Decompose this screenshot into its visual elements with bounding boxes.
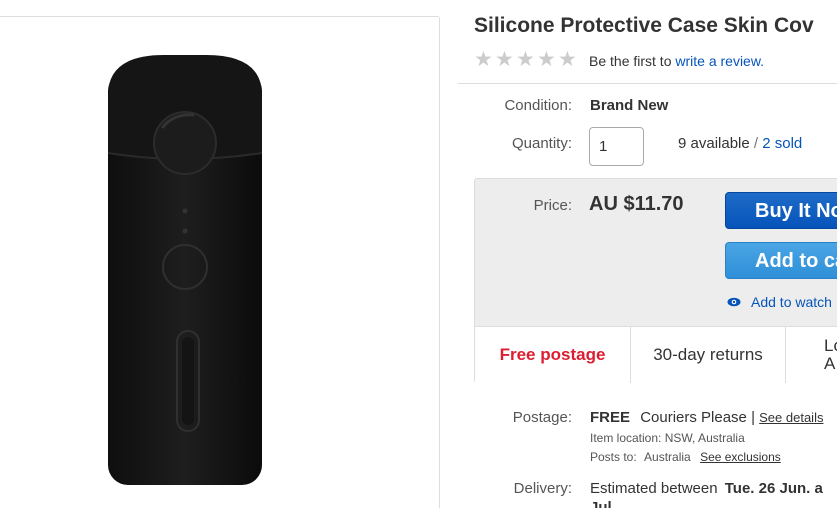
price-value: AU $11.70 bbox=[589, 193, 684, 215]
item-location: Item location: NSW, Australia bbox=[590, 431, 745, 445]
add-to-watchlist-label: Add to watch bbox=[751, 294, 832, 310]
star-icon: ★ bbox=[516, 48, 535, 71]
see-details-link[interactable]: See details bbox=[759, 410, 823, 425]
product-title: Silicone Protective Case Skin Cov bbox=[474, 14, 814, 37]
delivery-prefix: Estimated between bbox=[590, 480, 718, 497]
condition-value: Brand New bbox=[590, 97, 669, 114]
write-review-link[interactable]: write a review. bbox=[675, 53, 764, 69]
posts-to-value: Australia bbox=[644, 450, 691, 464]
sold-link[interactable]: 2 sold bbox=[762, 135, 802, 152]
product-image-panel[interactable] bbox=[0, 16, 440, 508]
postage-service: Couriers Please | bbox=[640, 409, 755, 426]
add-to-cart-button[interactable]: Add to ca bbox=[725, 242, 837, 279]
availability-separator: / bbox=[753, 135, 759, 152]
delivery-value: Estimated between Tue. 26 Jun. a bbox=[590, 480, 823, 497]
see-exclusions-link[interactable]: See exclusions bbox=[700, 450, 781, 464]
item-location-label: Item location: bbox=[590, 431, 662, 445]
item-location-value: NSW, Australia bbox=[664, 431, 745, 445]
star-icon: ★ bbox=[558, 48, 577, 71]
postage-free: FREE bbox=[590, 409, 631, 426]
delivery-dates: Tue. 26 Jun. a bbox=[724, 480, 823, 497]
availability: 9 available / 2 sold bbox=[678, 135, 802, 152]
postage-value: FREE Couriers Please | See details bbox=[590, 409, 823, 426]
posts-to: Posts to: Australia See exclusions bbox=[590, 450, 781, 464]
available-count: 9 available bbox=[678, 135, 750, 152]
star-icon: ★ bbox=[495, 48, 514, 71]
highlights-strip: Free postage 30-day returns Lo A bbox=[475, 326, 837, 383]
delivery-next-line: Jul bbox=[590, 499, 612, 508]
quantity-input[interactable] bbox=[589, 127, 644, 166]
postage-label: Postage: bbox=[512, 409, 572, 426]
product-image bbox=[107, 55, 263, 485]
divider bbox=[458, 83, 837, 84]
star-icon: ★ bbox=[474, 48, 493, 71]
price-label: Price: bbox=[533, 197, 572, 214]
quantity-label: Quantity: bbox=[511, 135, 572, 152]
add-to-watchlist-link[interactable]: Add to watch bbox=[727, 294, 832, 310]
third-badge-line1: Lo bbox=[824, 336, 837, 355]
returns-badge: 30-day returns bbox=[631, 327, 786, 383]
third-badge: Lo A bbox=[786, 327, 837, 383]
rating-stars[interactable]: ★ ★ ★ ★ ★ bbox=[474, 48, 577, 71]
review-line: Be the first to write a review. bbox=[589, 53, 764, 69]
eye-icon bbox=[727, 297, 741, 307]
star-icon: ★ bbox=[537, 48, 556, 71]
free-postage-badge: Free postage bbox=[475, 327, 631, 383]
posts-to-label: Posts to: bbox=[590, 450, 637, 464]
buy-it-now-button[interactable]: Buy It No bbox=[725, 192, 837, 229]
review-prefix: Be the first to bbox=[589, 53, 672, 69]
condition-label: Condition: bbox=[504, 97, 572, 114]
third-badge-line2: A bbox=[824, 354, 836, 373]
delivery-label: Delivery: bbox=[513, 480, 572, 497]
